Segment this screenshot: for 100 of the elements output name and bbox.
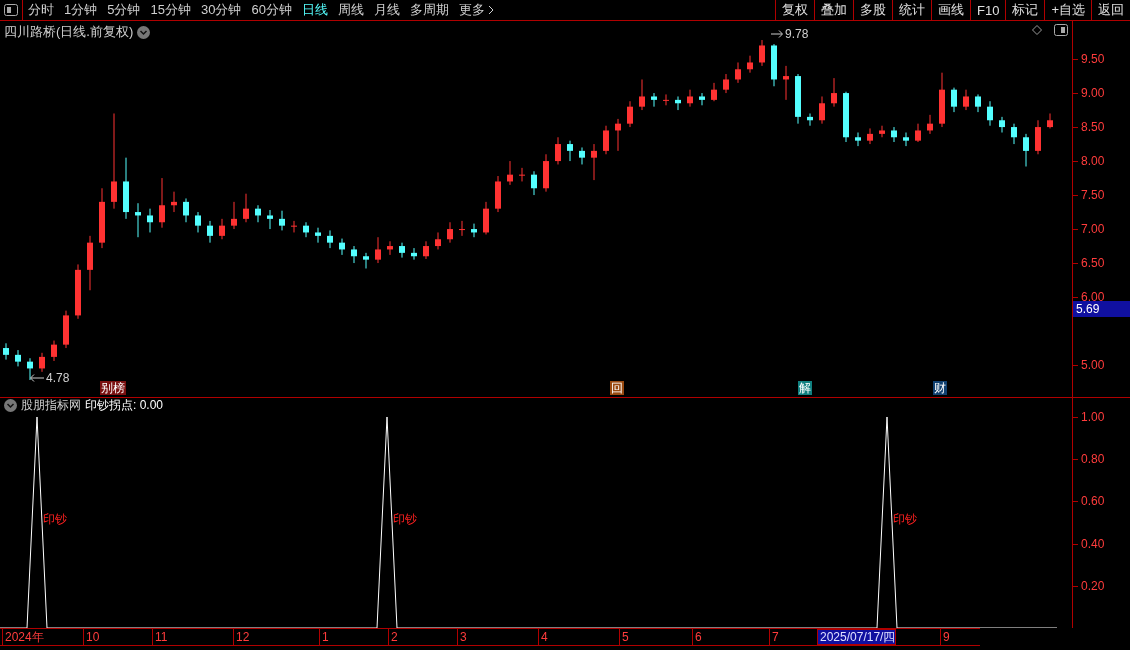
candlestick (459, 220, 465, 237)
candlestick (627, 100, 633, 128)
signal-label: 印钞 (393, 511, 417, 528)
diamond-icon[interactable] (1032, 25, 1042, 35)
candlestick (1035, 119, 1041, 155)
candlestick (243, 193, 249, 223)
candlestick (399, 242, 405, 259)
candlestick (855, 132, 861, 147)
candlestick (207, 220, 213, 244)
high-price-label: 9.78 (785, 27, 809, 41)
candlestick (567, 140, 573, 162)
panel-toggle-icon[interactable] (1054, 24, 1068, 36)
event-marker[interactable]: 回 (610, 381, 624, 395)
price-tick-label: 7.50 (1081, 188, 1105, 203)
candlestick (999, 116, 1005, 134)
indicator-readout: 印钞拐点: 0.00 (85, 398, 164, 412)
date-axis-label: 10 (83, 629, 100, 645)
candlestick (147, 208, 153, 233)
date-axis-label: 9 (940, 629, 950, 645)
period-tab[interactable]: 分时 (23, 0, 59, 20)
candlestick (171, 191, 177, 213)
candlestick (759, 39, 765, 67)
indicator-tick-label: 1.00 (1081, 410, 1105, 424)
candlestick (387, 240, 393, 256)
date-axis-label: 1 (319, 629, 329, 645)
candlestick (687, 89, 693, 108)
price-tick-label: 7.00 (1081, 222, 1105, 237)
date-axis-label: 12 (233, 629, 250, 645)
dropdown-icon[interactable] (137, 25, 151, 39)
date-axis-label: 2025/07/17/四 (817, 629, 897, 645)
date-axis-label: 6 (692, 629, 702, 645)
toolbar-button[interactable]: 标记 (1005, 0, 1045, 20)
candlestick (327, 229, 333, 249)
candlestick (267, 209, 273, 230)
candlestick (831, 77, 837, 108)
candlestick (579, 146, 585, 165)
period-tab[interactable]: 5分钟 (102, 0, 146, 20)
arrow-icon (771, 30, 783, 38)
candlestick (723, 73, 729, 94)
candlestick (363, 252, 369, 269)
period-tab[interactable]: 15分钟 (145, 0, 196, 20)
candlestick (435, 231, 441, 250)
toolbar-button[interactable]: +自选 (1044, 0, 1091, 20)
period-tab[interactable]: 月线 (368, 0, 405, 20)
candlestick (531, 170, 537, 196)
date-axis-label: 11 (152, 629, 168, 645)
period-tab[interactable]: 60分钟 (246, 0, 297, 20)
candlestick (819, 95, 825, 125)
event-marker[interactable]: 别榜 (100, 381, 126, 395)
indicator-tick-label: 0.80 (1081, 452, 1105, 467)
candlestick (315, 227, 321, 244)
toolbar-button[interactable]: 统计 (892, 0, 931, 20)
candlestick (735, 61, 741, 84)
period-tab[interactable]: 周线 (332, 0, 369, 20)
candlestick (747, 55, 753, 74)
toolbar-button[interactable]: 画线 (931, 0, 970, 20)
candlestick (291, 220, 297, 233)
candlestick (867, 127, 873, 145)
indicator-tick-label: 0.60 (1081, 494, 1105, 509)
candlestick (483, 201, 489, 235)
event-marker[interactable]: 解 (798, 381, 812, 395)
candlestick (951, 87, 957, 113)
panel-toggle-icon[interactable] (4, 4, 18, 16)
date-axis-label: 5 (619, 629, 629, 645)
candlestick (1023, 133, 1029, 167)
candlestick (39, 352, 45, 373)
price-tick-label: 9.00 (1081, 86, 1105, 101)
toolbar-button[interactable]: F10 (970, 0, 1006, 20)
candlestick (699, 92, 705, 106)
candlestick (375, 236, 381, 264)
event-marker[interactable]: 财 (933, 381, 947, 395)
candlestick (915, 123, 921, 143)
period-tab[interactable]: 1分钟 (59, 0, 103, 20)
candlestick (411, 247, 417, 261)
candlestick (675, 95, 681, 111)
signal-label: 印钞 (893, 511, 917, 528)
candlestick (183, 197, 189, 223)
toolbar-button[interactable]: 多股 (853, 0, 892, 20)
candlestick (639, 78, 645, 111)
candlestick (447, 221, 453, 244)
period-tab[interactable]: 30分钟 (195, 0, 247, 20)
period-tab[interactable]: 日线 (296, 0, 333, 20)
candlestick (279, 210, 285, 231)
candlestick (51, 340, 57, 362)
date-axis-label: 7 (769, 629, 779, 645)
toolbar-button[interactable]: 返回 (1091, 0, 1130, 20)
price-tick-label: 8.00 (1081, 154, 1105, 169)
toolbar-button[interactable]: 复权 (775, 0, 814, 20)
period-tab[interactable]: 多周期 (404, 0, 454, 20)
period-tab[interactable]: 更多 (453, 0, 499, 20)
candlestick (879, 125, 885, 138)
price-tick-label: 9.50 (1081, 52, 1105, 67)
toolbar-button[interactable]: 叠加 (814, 0, 853, 20)
candlestick (555, 136, 561, 165)
chevron-icon (487, 5, 494, 15)
arrow-icon (30, 374, 44, 382)
collapse-icon[interactable] (4, 398, 17, 412)
date-axis-label: 3 (457, 629, 467, 645)
candlestick (807, 112, 813, 127)
candlestick (219, 218, 225, 240)
